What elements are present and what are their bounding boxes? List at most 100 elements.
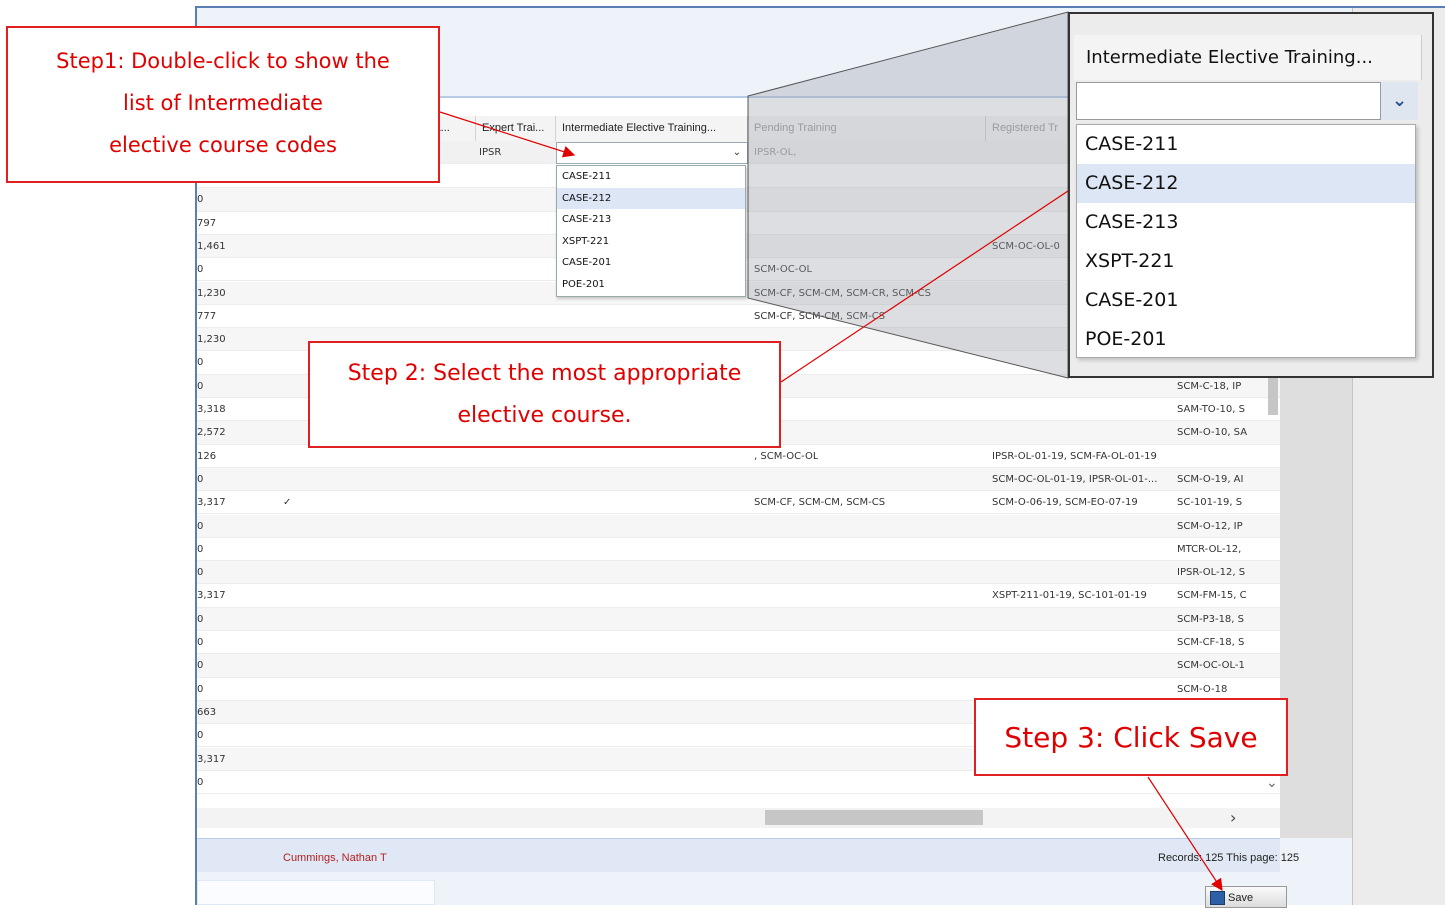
elective-dropdown-list: CASE-211 CASE-212 CASE-213 XSPT-221 CASE… — [556, 165, 746, 297]
dropdown-option[interactable]: CASE-211 — [557, 166, 745, 188]
registered-training-cell: IPSR-OL-01-19, SCM-FA-OL-01-19 — [992, 450, 1157, 462]
column-header-pending-training[interactable]: Pending Training — [748, 116, 986, 141]
training-history-cell: MTCR-OL-12, — [1177, 543, 1242, 555]
registered-training-cell: XSPT-211-01-19, SC-101-01-19 — [992, 590, 1147, 602]
count-cell: 797 — [197, 217, 217, 229]
callout-step1: Step1: Double-click to show the list of … — [6, 26, 440, 183]
column-header-expert-training[interactable]: Expert Trai... — [476, 116, 556, 141]
zoomed-dropdown-list: CASE-211 CASE-212 CASE-213 XSPT-221 CASE… — [1076, 124, 1416, 358]
chevron-down-icon: ⌄ — [1380, 82, 1418, 120]
training-history-cell: SCM-FM-15, C — [1177, 590, 1247, 602]
table-row[interactable]: 0 SCM-O-12, IP — [197, 514, 1280, 538]
training-history-cell: SCM-O-19, AI — [1177, 473, 1244, 485]
pending-training-cell: SCM-CF, SCM-CM, SCM-CS — [754, 497, 886, 509]
dropdown-option-selected[interactable]: CASE-212 — [557, 187, 745, 209]
zoomed-option-selected: CASE-212 — [1077, 164, 1415, 203]
table-row[interactable]: 0 SCM-OC-OL-01-19, IPSR-OL-01-... SCM-O-19… — [197, 467, 1280, 492]
horizontal-scrollbar[interactable] — [197, 808, 1280, 828]
zoomed-option: CASE-211 — [1085, 133, 1179, 155]
zoomed-option: CASE-201 — [1085, 289, 1179, 311]
training-history-cell: IPSR-OL-12, S — [1177, 567, 1246, 579]
callout-step2: Step 2: Select the most appropriate elec… — [308, 341, 781, 448]
registered-training-cell: SCM-OC-OL-01-19, IPSR-OL-01-... — [992, 473, 1158, 485]
training-history-cell: SCM-O-10, SA — [1177, 427, 1248, 439]
training-history-cell: SCM-C-18, IP — [1177, 380, 1242, 392]
callout-step3: Step 3: Click Save — [974, 698, 1288, 776]
zoomed-option: CASE-213 — [1085, 211, 1179, 233]
pending-training-cell: SCM-CF, SCM-CM, SCM-CS — [754, 310, 886, 322]
count-cell: 0 — [197, 730, 204, 742]
zoomed-option: XSPT-221 — [1085, 250, 1175, 272]
registered-training-cell: SCM-O-06-19, SCM-EO-07-19 — [992, 497, 1138, 509]
zoomed-option: POE-201 — [1085, 328, 1167, 350]
zoomed-column-header: Intermediate Elective Training... — [1074, 35, 1422, 80]
count-cell: 663 — [197, 706, 217, 718]
count-cell: 0 — [197, 473, 204, 485]
chevron-right-icon[interactable]: › — [1230, 808, 1250, 828]
count-cell: 2,572 — [197, 427, 226, 439]
table-row[interactable]: 3,317 XSPT-211-01-19, SC-101-01-19 SCM-FM-… — [197, 584, 1280, 608]
callout-step1-line: elective course codes — [109, 133, 337, 157]
table-row[interactable]: 3,317 ✓ SCM-CF, SCM-CM, SCM-CS SCM-O-06-19,… — [197, 491, 1280, 515]
count-cell: 0 — [197, 194, 204, 206]
bottom-input-field[interactable] — [197, 880, 435, 905]
table-row[interactable]: 0 IPSR-OL-12, S — [197, 561, 1280, 585]
callout-step1-line: list of Intermediate — [123, 91, 323, 115]
count-cell: 1,230 — [197, 287, 226, 299]
count-cell: 0 — [197, 683, 204, 695]
column-header-intermediate-elective[interactable]: Intermediate Elective Training... — [556, 116, 748, 141]
chevron-down-icon[interactable]: ⌄ — [726, 142, 748, 164]
count-cell: 1,461 — [197, 240, 226, 252]
table-row[interactable]: 0 SCM-P3-18, S — [197, 607, 1280, 631]
count-cell: 0 — [197, 357, 204, 369]
training-history-cell: SAM-TO-10, S — [1177, 404, 1245, 415]
dropdown-option[interactable]: CASE-201 — [557, 252, 745, 274]
count-cell: 0 — [197, 380, 204, 392]
registered-training-cell: SCM-OC-OL-0 — [992, 240, 1060, 252]
table-row[interactable]: 126 , SCM-OC-OL IPSR-OL-01-19, SCM-FA-OL-0… — [197, 445, 1280, 468]
zoomed-combo-input — [1076, 82, 1418, 120]
pending-training-cell: , SCM-OC-OL — [754, 450, 819, 462]
count-cell: 3,317 — [197, 753, 226, 765]
chevron-down-icon[interactable]: ⌄ — [1266, 775, 1284, 795]
count-cell: 0 — [197, 660, 204, 672]
expert-training-cell: IPSR — [479, 147, 502, 158]
training-history-cell: SCM-P3-18, S — [1177, 613, 1244, 625]
records-count: Records: 125 This page: 125 — [1158, 852, 1300, 864]
count-cell: 3,317 — [197, 497, 226, 509]
pending-training-cell: SCM-CF, SCM-CM, SCM-CR, SCM-CS — [754, 287, 931, 299]
count-cell: 126 — [197, 450, 217, 462]
count-cell: 0 — [197, 543, 204, 555]
pending-training-cell: IPSR-OL, — [754, 147, 797, 158]
count-cell: 0 — [197, 264, 204, 276]
horizontal-scroll-thumb[interactable] — [765, 810, 983, 825]
count-cell: 0 — [197, 776, 204, 788]
table-row[interactable]: 0 MTCR-OL-12, — [197, 538, 1280, 562]
callout-step2-line: elective course. — [457, 403, 632, 428]
count-cell: 0 — [197, 567, 204, 579]
save-icon — [1210, 891, 1225, 906]
dropdown-option[interactable]: XSPT-221 — [557, 231, 745, 253]
training-history-cell: SC-101-19, S — [1177, 497, 1243, 509]
pending-training-cell: SCM-OC-OL — [754, 264, 813, 276]
current-user-name: Cummings, Nathan T — [283, 852, 387, 864]
checkmark-cell: ✓ — [283, 497, 292, 509]
count-cell: 3,317 — [197, 590, 226, 602]
callout-step2-line: Step 2: Select the most appropriate — [347, 361, 742, 386]
count-cell: 0 — [197, 520, 204, 532]
save-button-label: Save — [1228, 892, 1254, 904]
callout-step1-line: Step1: Double-click to show the — [56, 49, 390, 73]
dropdown-option[interactable]: POE-201 — [557, 274, 745, 296]
training-history-cell: SCM-CF-18, S — [1177, 637, 1245, 648]
table-row[interactable]: 0 SCM-CF-18, S — [197, 631, 1280, 655]
training-history-cell: SCM-OC-OL-1 — [1177, 660, 1245, 672]
count-cell: 1,230 — [197, 334, 226, 346]
training-history-cell: SCM-O-12, IP — [1177, 520, 1243, 532]
dropdown-option[interactable]: CASE-213 — [557, 209, 745, 231]
table-row[interactable]: 0 SCM-OC-OL-1 — [197, 654, 1280, 678]
count-cell: 3,318 — [197, 404, 226, 415]
count-cell: 0 — [197, 613, 204, 625]
count-cell: 777 — [197, 310, 217, 322]
elective-combo-input[interactable] — [556, 142, 748, 164]
count-cell: 0 — [197, 637, 204, 648]
